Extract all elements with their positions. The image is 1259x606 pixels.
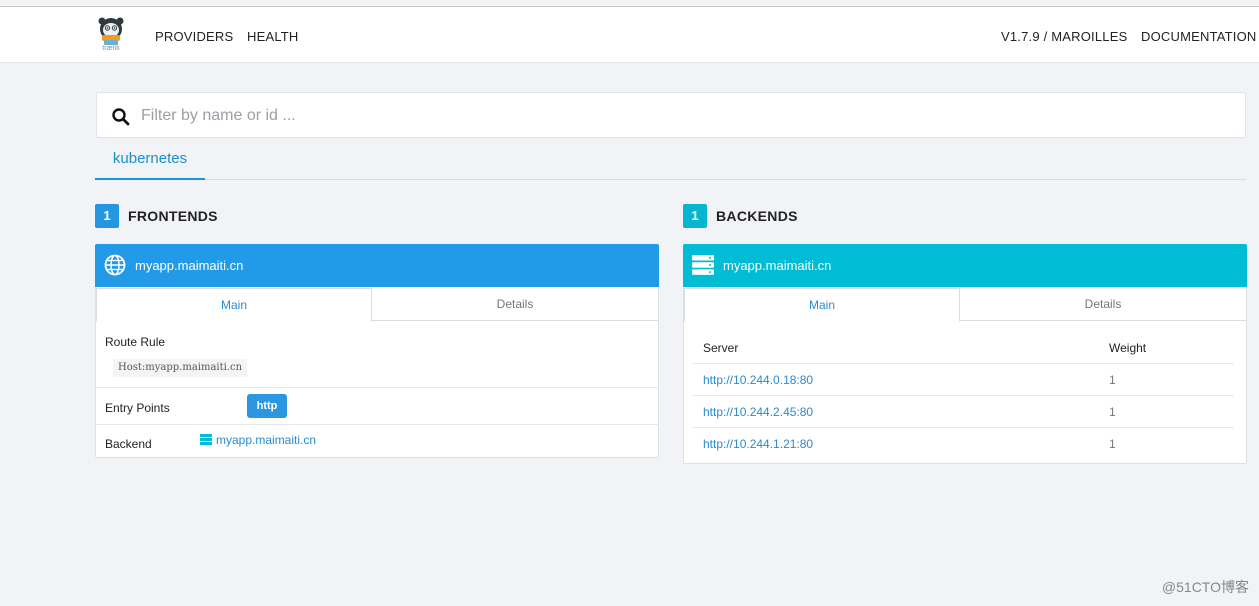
server-link[interactable]: http://10.244.1.21:80 bbox=[703, 437, 813, 451]
server-link[interactable]: http://10.244.2.45:80 bbox=[703, 405, 813, 419]
server-weight: 1 bbox=[1109, 405, 1116, 419]
backends-header: 1 BACKENDS bbox=[683, 204, 983, 228]
backend-card: myapp.maimaiti.cn Main Details Server We… bbox=[683, 244, 1247, 464]
frontend-card-title: myapp.maimaiti.cn bbox=[135, 258, 244, 273]
server-link[interactable]: http://10.244.0.18:80 bbox=[703, 373, 813, 387]
backend-tab-main[interactable]: Main bbox=[684, 288, 960, 322]
nav-version-link[interactable]: V1.7.9 / MAROILLES bbox=[1001, 29, 1127, 44]
server-stack-icon bbox=[692, 255, 714, 275]
server-icon bbox=[200, 434, 212, 445]
tab-kubernetes[interactable]: kubernetes bbox=[95, 142, 205, 180]
route-rule-value: Host:myapp.maimaiti.cn bbox=[113, 359, 248, 377]
entry-points-label: Entry Points bbox=[105, 401, 170, 415]
frontend-tab-main[interactable]: Main bbox=[96, 288, 372, 322]
entry-point-http-badge[interactable]: http bbox=[247, 394, 287, 418]
frontends-count-badge: 1 bbox=[95, 204, 119, 228]
backend-tab-details[interactable]: Details bbox=[960, 288, 1246, 321]
nav-health-link[interactable]: HEALTH bbox=[247, 29, 299, 44]
backend-card-header: myapp.maimaiti.cn bbox=[683, 244, 1247, 287]
backends-title: BACKENDS bbox=[716, 208, 798, 224]
frontends-header: 1 FRONTENDS bbox=[95, 204, 395, 228]
frontend-card-tabs: Main Details bbox=[96, 288, 658, 322]
nav-providers-link[interactable]: PROVIDERS bbox=[155, 29, 233, 44]
server-weight: 1 bbox=[1109, 373, 1116, 387]
server-weight: 1 bbox=[1109, 437, 1116, 451]
server-column-header: Server bbox=[703, 341, 739, 355]
table-divider bbox=[693, 395, 1234, 396]
top-navbar: træfik PROVIDERS HEALTH V1.7.9 / MAROILL… bbox=[0, 7, 1259, 63]
backend-label: Backend bbox=[105, 437, 152, 451]
frontend-divider-2 bbox=[96, 424, 658, 425]
logo-text: træfik bbox=[102, 45, 120, 52]
frontend-card-header: myapp.maimaiti.cn bbox=[95, 244, 659, 287]
backend-card-title: myapp.maimaiti.cn bbox=[723, 258, 832, 273]
globe-icon bbox=[104, 254, 126, 276]
provider-tabs: kubernetes bbox=[95, 142, 1246, 180]
route-rule-label: Route Rule bbox=[105, 335, 166, 349]
frontends-title: FRONTENDS bbox=[128, 208, 218, 224]
watermark: @51CTO博客 bbox=[1161, 579, 1249, 595]
frontend-divider-1 bbox=[96, 387, 658, 388]
search-icon bbox=[112, 108, 130, 126]
backend-card-tabs: Main Details bbox=[684, 288, 1246, 322]
backend-link[interactable]: myapp.maimaiti.cn bbox=[216, 433, 316, 447]
search-input[interactable] bbox=[141, 101, 1231, 131]
weight-column-header: Weight bbox=[1109, 341, 1147, 355]
nav-documentation-link[interactable]: DOCUMENTATION bbox=[1141, 29, 1257, 44]
backends-count-badge: 1 bbox=[683, 204, 707, 228]
search-bar bbox=[96, 92, 1246, 138]
frontend-tab-details[interactable]: Details bbox=[372, 288, 658, 321]
table-divider bbox=[693, 363, 1234, 364]
frontend-card: myapp.maimaiti.cn Main Details Route Rul… bbox=[95, 244, 659, 458]
table-divider bbox=[693, 427, 1234, 428]
